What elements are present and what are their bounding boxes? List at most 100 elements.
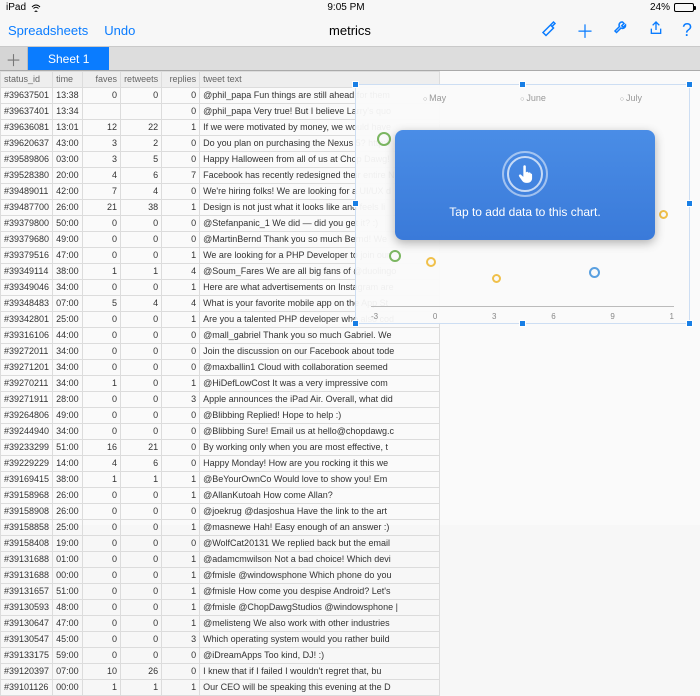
cell-id[interactable]: #39158908 (1, 504, 53, 520)
cell-faves[interactable]: 0 (83, 248, 121, 264)
cell-id[interactable]: #39131688 (1, 552, 53, 568)
col-header-faves[interactable]: faves (83, 72, 121, 88)
cell-id[interactable]: #39379680 (1, 232, 53, 248)
cell-faves[interactable]: 0 (83, 424, 121, 440)
cell-faves[interactable]: 0 (83, 408, 121, 424)
cell-retweets[interactable]: 38 (121, 200, 162, 216)
cell-retweets[interactable]: 0 (121, 600, 162, 616)
cell-faves[interactable]: 0 (83, 312, 121, 328)
cell-time[interactable]: 47:00 (53, 616, 83, 632)
cell-faves[interactable]: 0 (83, 232, 121, 248)
cell-faves[interactable]: 21 (83, 200, 121, 216)
cell-retweets[interactable]: 0 (121, 536, 162, 552)
cell-time[interactable]: 34:00 (53, 376, 83, 392)
cell-replies[interactable]: 0 (162, 232, 200, 248)
cell-id[interactable]: #39589806 (1, 152, 53, 168)
cell-text[interactable]: @fmisle How come you despise Android? Le… (200, 584, 440, 600)
cell-time[interactable]: 13:38 (53, 88, 83, 104)
cell-time[interactable]: 51:00 (53, 440, 83, 456)
cell-replies[interactable]: 0 (162, 648, 200, 664)
cell-text[interactable]: Which operating system would you rather … (200, 632, 440, 648)
cell-retweets[interactable]: 0 (121, 520, 162, 536)
cell-text[interactable]: @masnewe Hah! Easy enough of an answer :… (200, 520, 440, 536)
cell-id[interactable]: #39130547 (1, 632, 53, 648)
cell-retweets[interactable]: 0 (121, 344, 162, 360)
cell-time[interactable]: 25:00 (53, 312, 83, 328)
cell-replies[interactable]: 0 (162, 424, 200, 440)
cell-text[interactable]: @WolfCat20131 We replied back but the em… (200, 536, 440, 552)
cell-time[interactable]: 34:00 (53, 360, 83, 376)
cell-replies[interactable]: 4 (162, 264, 200, 280)
cell-replies[interactable]: 0 (162, 408, 200, 424)
cell-replies[interactable]: 0 (162, 88, 200, 104)
cell-id[interactable]: #39130593 (1, 600, 53, 616)
cell-text[interactable]: @Blibbing Replied! Hope to help :) (200, 408, 440, 424)
cell-faves[interactable]: 0 (83, 552, 121, 568)
cell-id[interactable]: #39169415 (1, 472, 53, 488)
cell-faves[interactable]: 10 (83, 664, 121, 680)
table-row[interactable]: #3913165751:00001@fmisle How come you de… (1, 584, 440, 600)
cell-id[interactable]: #39637401 (1, 104, 53, 120)
cell-time[interactable]: 42:00 (53, 184, 83, 200)
cell-replies[interactable]: 0 (162, 152, 200, 168)
cell-retweets[interactable]: 0 (121, 488, 162, 504)
cell-faves[interactable]: 0 (83, 360, 121, 376)
cell-faves[interactable]: 1 (83, 264, 121, 280)
table-row[interactable]: #3913054745:00003Which operating system … (1, 632, 440, 648)
cell-retweets[interactable]: 0 (121, 360, 162, 376)
table-row[interactable]: #3915896826:00001@AllanKutoah How come A… (1, 488, 440, 504)
cell-replies[interactable]: 1 (162, 280, 200, 296)
cell-faves[interactable]: 0 (83, 392, 121, 408)
cell-id[interactable]: #39349046 (1, 280, 53, 296)
cell-retweets[interactable]: 0 (121, 88, 162, 104)
cell-faves[interactable]: 1 (83, 472, 121, 488)
tools-icon[interactable] (612, 19, 630, 42)
cell-id[interactable]: #39130647 (1, 616, 53, 632)
format-brush-icon[interactable] (540, 19, 558, 42)
cell-text[interactable]: Join the discussion on our Facebook abou… (200, 344, 440, 360)
cell-time[interactable]: 49:00 (53, 408, 83, 424)
cell-replies[interactable]: 1 (162, 568, 200, 584)
cell-text[interactable]: @iDreamApps Too kind, DJ! :) (200, 648, 440, 664)
cell-id[interactable]: #39528380 (1, 168, 53, 184)
cell-faves[interactable]: 0 (83, 216, 121, 232)
cell-id[interactable]: #39487700 (1, 200, 53, 216)
table-row[interactable]: #3931610644:00000@mall_gabriel Thank you… (1, 328, 440, 344)
cell-id[interactable]: #39244940 (1, 424, 53, 440)
resize-handle[interactable] (686, 81, 693, 88)
cell-text[interactable]: @fmisle @ChopDawgStudios @windowsphone | (200, 600, 440, 616)
cell-text[interactable]: @melisteng We also work with other indus… (200, 616, 440, 632)
cell-id[interactable]: #39264806 (1, 408, 53, 424)
cell-retweets[interactable]: 4 (121, 184, 162, 200)
cell-faves[interactable]: 0 (83, 504, 121, 520)
cell-faves[interactable]: 0 (83, 632, 121, 648)
cell-id[interactable]: #39379800 (1, 216, 53, 232)
cell-id[interactable]: #39133175 (1, 648, 53, 664)
cell-replies[interactable]: 0 (162, 536, 200, 552)
resize-handle[interactable] (686, 200, 693, 207)
cell-retweets[interactable]: 22 (121, 120, 162, 136)
cell-id[interactable]: #39271911 (1, 392, 53, 408)
cell-retweets[interactable]: 0 (121, 632, 162, 648)
cell-faves[interactable]: 16 (83, 440, 121, 456)
cell-id[interactable]: #39636081 (1, 120, 53, 136)
cell-time[interactable]: 20:00 (53, 168, 83, 184)
table-row[interactable]: #3915840819:00000@WolfCat20131 We replie… (1, 536, 440, 552)
cell-time[interactable]: 07:00 (53, 664, 83, 680)
cell-time[interactable]: 34:00 (53, 424, 83, 440)
cell-replies[interactable]: 1 (162, 488, 200, 504)
cell-retweets[interactable]: 0 (121, 248, 162, 264)
cell-text[interactable]: By working only when you are most effect… (200, 440, 440, 456)
cell-faves[interactable]: 1 (83, 376, 121, 392)
cell-faves[interactable]: 0 (83, 616, 121, 632)
cell-id[interactable]: #39229229 (1, 456, 53, 472)
cell-replies[interactable]: 0 (162, 440, 200, 456)
cell-time[interactable]: 26:00 (53, 504, 83, 520)
cell-id[interactable]: #39349114 (1, 264, 53, 280)
cell-retweets[interactable]: 0 (121, 232, 162, 248)
cell-faves[interactable]: 0 (83, 344, 121, 360)
cell-time[interactable]: 00:00 (53, 680, 83, 696)
cell-id[interactable]: #39101126 (1, 680, 53, 696)
cell-replies[interactable]: 0 (162, 664, 200, 680)
cell-id[interactable]: #39120397 (1, 664, 53, 680)
